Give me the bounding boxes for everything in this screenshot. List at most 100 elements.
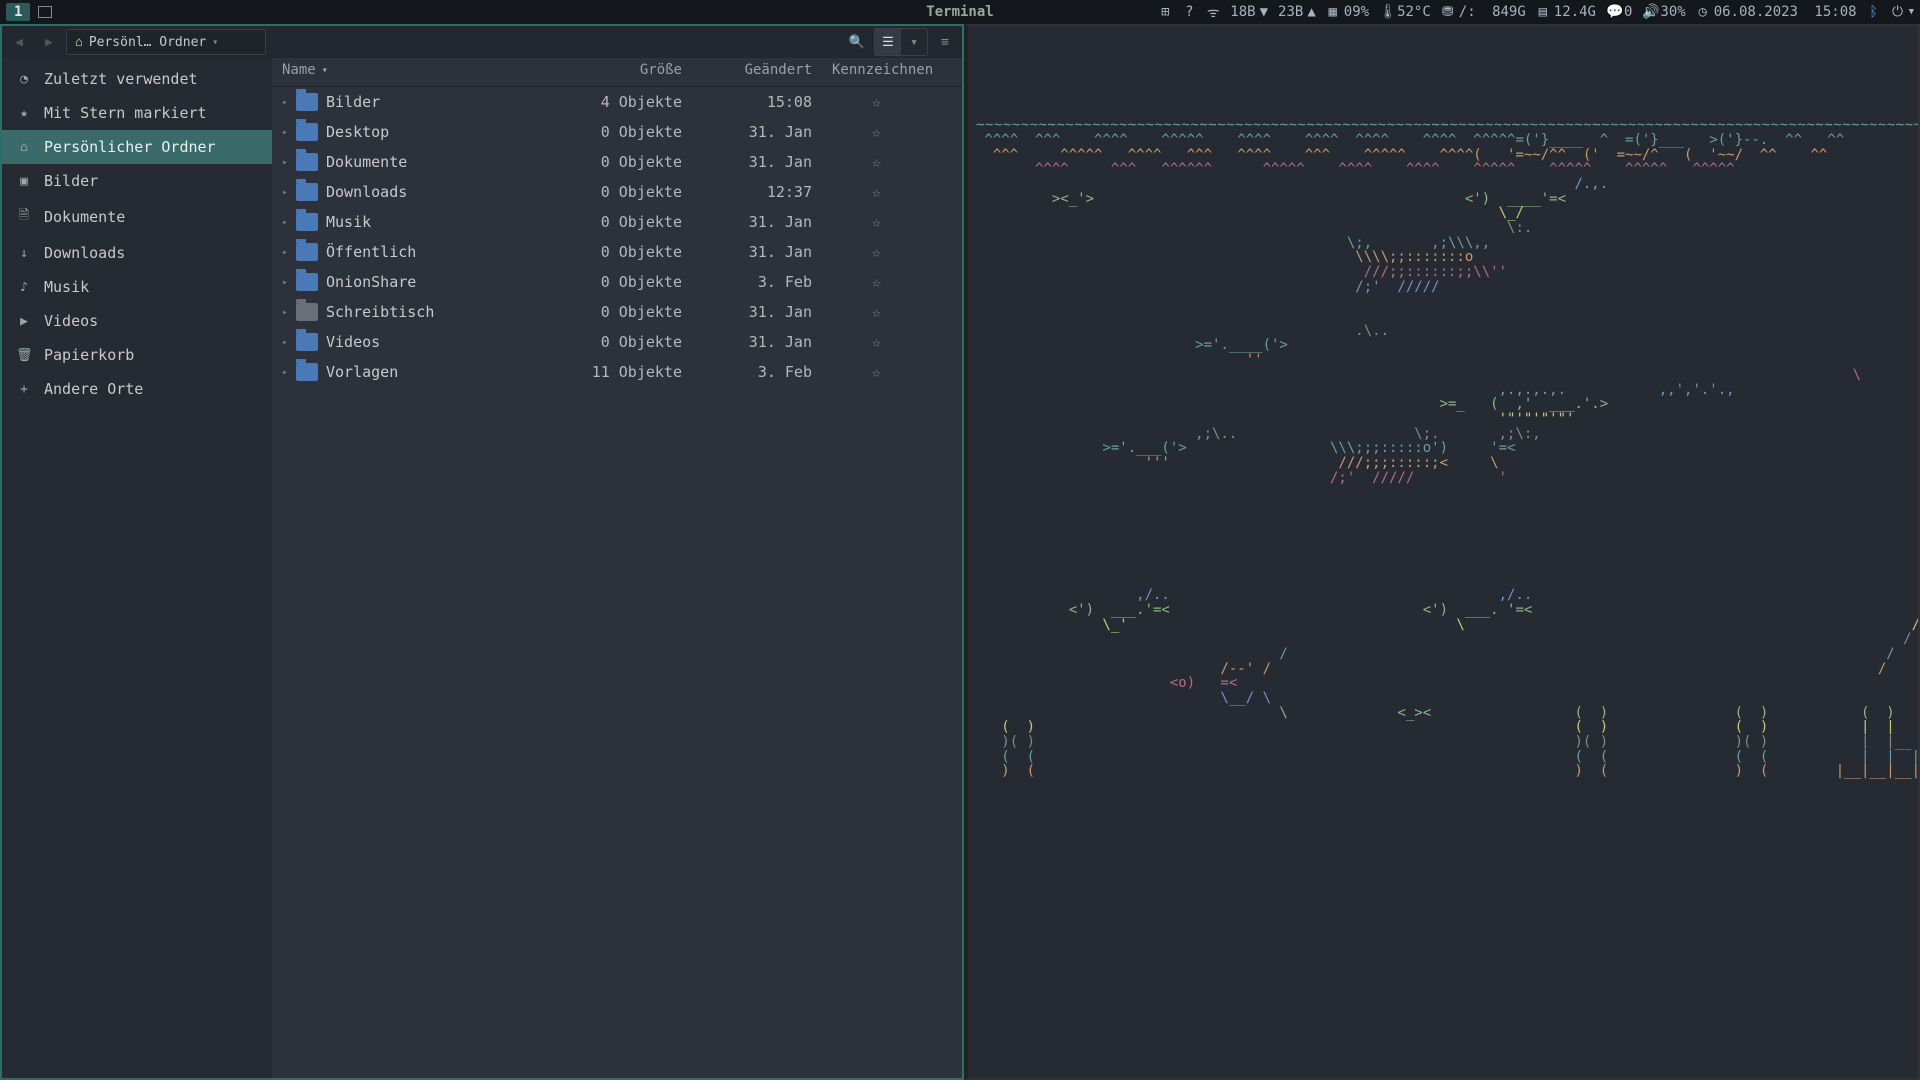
file-row[interactable]: ▸Öffentlich0 Objekte31. Jan☆ xyxy=(272,237,962,267)
file-row[interactable]: ▸Bilder4 Objekte15:08☆ xyxy=(272,87,962,117)
sidebar-item-label: Musik xyxy=(44,278,89,296)
hamburger-menu-button[interactable]: ≡ xyxy=(932,29,958,55)
file-modified: 31. Jan xyxy=(702,123,832,141)
file-name: Downloads xyxy=(326,183,552,201)
sidebar-item-icon: 🗎 xyxy=(16,206,32,228)
nav-back-button[interactable]: ◀ xyxy=(6,29,32,55)
terminal-line: >='.___('> \\\;;;:::::o') '=< xyxy=(976,441,1910,456)
path-bar[interactable]: ⌂ Persönl… Ordner ▾ xyxy=(66,29,266,55)
star-button[interactable]: ☆ xyxy=(832,333,952,351)
file-row[interactable]: ▸Musik0 Objekte31. Jan☆ xyxy=(272,207,962,237)
terminal-line: ///;;::::::;;\\'' xyxy=(976,265,1910,280)
star-button[interactable]: ☆ xyxy=(832,243,952,261)
terminal-line: ( ( ( ( ( ( | | | xyxy=(976,750,1910,765)
sidebar-item-icon: ♪ xyxy=(16,280,32,295)
file-row[interactable]: ▸OnionShare0 Objekte3. Feb☆ xyxy=(272,267,962,297)
file-modified: 3. Feb xyxy=(702,363,832,381)
star-button[interactable]: ☆ xyxy=(832,123,952,141)
file-name: Öffentlich xyxy=(326,243,552,261)
expand-icon[interactable]: ▸ xyxy=(282,187,296,198)
notification-indicator[interactable]: 💬0 xyxy=(1606,4,1632,20)
terminal-line: /;' ///// xyxy=(976,280,1910,295)
expand-icon[interactable]: ▸ xyxy=(282,247,296,258)
app-grid-icon[interactable]: ⊞ xyxy=(1158,4,1172,20)
terminal-line: '' xyxy=(976,353,1910,368)
sidebar-item-icon: ★ xyxy=(16,106,32,121)
volume-indicator[interactable]: 🔊30% xyxy=(1642,4,1685,20)
star-button[interactable]: ☆ xyxy=(832,183,952,201)
sidebar-item-andere-orte[interactable]: +Andere Orte xyxy=(2,372,272,406)
expand-icon[interactable]: ▸ xyxy=(282,337,296,348)
search-button[interactable]: 🔍 xyxy=(844,29,870,55)
sidebar-item-downloads[interactable]: ↓Downloads xyxy=(2,236,272,270)
sidebar-item-dokumente[interactable]: 🗎Dokumente xyxy=(2,198,272,236)
terminal-window[interactable]: ~~~~~~~~~~~~~~~~~~~~~~~~~~~~~~~~~~~~~~~~… xyxy=(964,24,1920,1080)
file-name: Vorlagen xyxy=(326,363,552,381)
file-name: Dokumente xyxy=(326,153,552,171)
star-button[interactable]: ☆ xyxy=(832,303,952,321)
clock-icon: ◷ xyxy=(1696,4,1710,20)
column-header-star[interactable]: Kennzeichnen xyxy=(832,62,952,78)
net-up-indicator: 23B ▲ xyxy=(1278,4,1316,20)
sidebar-item-pers-nlicher-ordner[interactable]: ⌂Persönlicher Ordner xyxy=(2,130,272,164)
file-name: Musik xyxy=(326,213,552,231)
file-row[interactable]: ▸Videos0 Objekte31. Jan☆ xyxy=(272,327,962,357)
terminal-line xyxy=(976,294,1910,309)
power-menu-icon[interactable]: ⏻▼ xyxy=(1891,4,1914,20)
down-arrow-icon: ▼ xyxy=(1260,4,1268,20)
expand-icon[interactable]: ▸ xyxy=(282,307,296,318)
sidebar-item-videos[interactable]: ▶Videos xyxy=(2,304,272,338)
terminal-line xyxy=(976,573,1910,588)
file-row[interactable]: ▸Schreibtisch0 Objekte31. Jan☆ xyxy=(272,297,962,327)
folder-icon xyxy=(296,243,318,261)
file-modified: 3. Feb xyxy=(702,273,832,291)
list-view-button[interactable]: ☰ xyxy=(875,29,901,55)
view-dropdown-button[interactable]: ▾ xyxy=(901,29,927,55)
star-button[interactable]: ☆ xyxy=(832,363,952,381)
chevron-down-icon: ▾ xyxy=(212,37,218,48)
terminal-line: /--' / / \ xyxy=(976,662,1910,677)
expand-icon[interactable]: ▸ xyxy=(282,127,296,138)
bluetooth-icon[interactable]: ᛒ xyxy=(1867,4,1881,20)
sidebar-item-bilder[interactable]: ▣Bilder xyxy=(2,164,272,198)
file-row[interactable]: ▸Desktop0 Objekte31. Jan☆ xyxy=(272,117,962,147)
terminal-line: '"'"'"'"' xyxy=(976,412,1910,427)
sidebar-item-musik[interactable]: ♪ Musik xyxy=(2,270,272,304)
expand-icon[interactable]: ▸ xyxy=(282,157,296,168)
up-arrow-icon: ▲ xyxy=(1307,4,1315,20)
sidebar-item-mit-stern-markiert[interactable]: ★Mit Stern markiert xyxy=(2,96,272,130)
terminal-line: \;, ,;\\\,, xyxy=(976,236,1910,251)
expand-icon[interactable]: ▸ xyxy=(282,217,296,228)
file-row[interactable]: ▸Vorlagen11 Objekte3. Feb☆ xyxy=(272,357,962,387)
thermometer-icon: 🌡 xyxy=(1379,4,1393,20)
file-row[interactable]: ▸Downloads0 Objekte12:37☆ xyxy=(272,177,962,207)
clock-indicator[interactable]: ◷06.08.2023 15:08 xyxy=(1696,4,1857,20)
places-sidebar: ◔Zuletzt verwendet★Mit Stern markiert⌂Pe… xyxy=(2,58,272,1078)
terminal-line: >='.____('> xyxy=(976,338,1910,353)
ram-indicator: ▤12.4G xyxy=(1536,4,1596,20)
help-icon[interactable]: ? xyxy=(1182,4,1196,20)
column-header-size[interactable]: Größe xyxy=(552,62,702,78)
expand-icon[interactable]: ▸ xyxy=(282,97,296,108)
sidebar-item-zuletzt-verwendet[interactable]: ◔Zuletzt verwendet xyxy=(2,62,272,96)
view-mode-group: ☰ ▾ xyxy=(874,28,928,56)
star-button[interactable]: ☆ xyxy=(832,213,952,231)
sidebar-item-papierkorb[interactable]: 🗑Papierkorb xyxy=(2,338,272,372)
expand-icon[interactable]: ▸ xyxy=(282,277,296,288)
file-row[interactable]: ▸Dokumente0 Objekte31. Jan☆ xyxy=(272,147,962,177)
star-button[interactable]: ☆ xyxy=(832,153,952,171)
star-button[interactable]: ☆ xyxy=(832,273,952,291)
column-header-name[interactable]: Name ▾ xyxy=(282,62,552,78)
nav-forward-button[interactable]: ▶ xyxy=(36,29,62,55)
star-button[interactable]: ☆ xyxy=(832,93,952,111)
workspace-number[interactable]: 1 xyxy=(6,3,30,21)
column-header-modified[interactable]: Geändert xyxy=(702,62,832,78)
file-size: 0 Objekte xyxy=(552,153,702,171)
wifi-icon[interactable]: ᯤ xyxy=(1206,3,1220,22)
speaker-icon: 🔊 xyxy=(1642,4,1656,20)
terminal-line xyxy=(976,559,1910,574)
sidebar-item-icon: ⌂ xyxy=(16,140,32,155)
sidebar-item-label: Andere Orte xyxy=(44,380,143,398)
workspace-indicator[interactable]: 1 xyxy=(6,3,52,21)
expand-icon[interactable]: ▸ xyxy=(282,367,296,378)
